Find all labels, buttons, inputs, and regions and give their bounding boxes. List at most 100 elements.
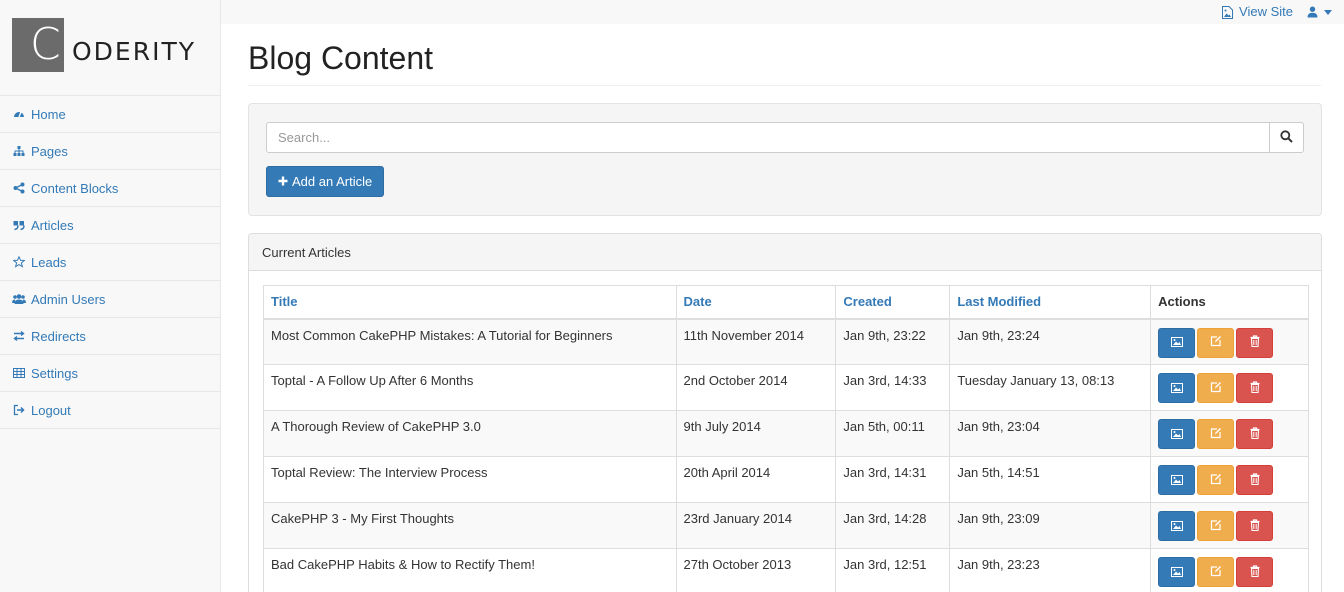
sidebar-item-content-blocks[interactable]: Content Blocks: [0, 170, 221, 207]
trash-icon: [1250, 380, 1260, 396]
cell-created: Jan 5th, 00:11: [835, 410, 951, 457]
cell-title: Toptal Review: The Interview Process: [263, 456, 677, 503]
sort-title-link[interactable]: Title: [271, 294, 298, 309]
sidebar-item-redirects[interactable]: Redirects: [0, 318, 221, 355]
sidebar-item-label: Leads: [31, 254, 67, 270]
logo-mark: C: [12, 18, 64, 72]
sidebar-item-articles[interactable]: Articles: [0, 207, 221, 244]
view-site-link[interactable]: View Site: [1222, 3, 1293, 19]
logo[interactable]: C ODERITY: [12, 18, 196, 72]
title-divider: [248, 85, 1321, 86]
image-button[interactable]: [1158, 557, 1196, 587]
image-button[interactable]: [1158, 511, 1196, 541]
edit-button[interactable]: [1197, 373, 1235, 403]
search-input[interactable]: [266, 122, 1270, 153]
edit-button[interactable]: [1197, 419, 1235, 449]
column-header-last-modified[interactable]: Last Modified: [949, 285, 1152, 320]
delete-button[interactable]: [1236, 511, 1274, 541]
table-row: Toptal Review: The Interview Process 20th…: [263, 456, 1309, 503]
edit-icon: [1210, 473, 1222, 488]
sort-created-link[interactable]: Created: [843, 294, 891, 309]
image-button[interactable]: [1158, 373, 1196, 403]
user-menu-toggle[interactable]: [1307, 4, 1332, 19]
sidebar-item-label: Settings: [31, 365, 78, 381]
image-button[interactable]: [1158, 465, 1196, 495]
articles-panel: Current Articles Title Date Created Last…: [248, 233, 1322, 592]
column-header-actions: Actions: [1150, 285, 1309, 320]
cell-date: 27th October 2013: [675, 548, 837, 592]
sidebar-item-label: Pages: [31, 143, 68, 159]
main-content: Blog Content Add an Article Current Arti…: [221, 24, 1344, 592]
edit-icon: [1210, 381, 1222, 396]
cell-actions: [1150, 456, 1309, 503]
image-button[interactable]: [1158, 327, 1196, 358]
edit-button[interactable]: [1197, 465, 1235, 495]
search-group: [266, 122, 1304, 153]
image-button[interactable]: [1158, 419, 1196, 449]
cell-date: 20th April 2014: [675, 456, 837, 503]
cell-date: 2nd October 2014: [675, 364, 837, 411]
cell-last-modified: Jan 9th, 23:23: [949, 548, 1152, 592]
sort-last-modified-link[interactable]: Last Modified: [957, 294, 1041, 309]
trash-icon: [1250, 564, 1260, 580]
table-row: Most Common CakePHP Mistakes: A Tutorial…: [263, 318, 1309, 365]
sort-date-link[interactable]: Date: [684, 294, 712, 309]
sidebar-item-label: Articles: [31, 217, 74, 233]
sidebar-item-label: Redirects: [31, 328, 86, 344]
delete-button[interactable]: [1236, 419, 1274, 449]
edit-icon: [1210, 565, 1222, 580]
cell-title: Bad CakePHP Habits & How to Rectify Them…: [263, 548, 677, 592]
image-icon: [1170, 519, 1183, 534]
caret-down-icon: [1324, 4, 1332, 19]
cell-created: Jan 3rd, 14:31: [835, 456, 951, 503]
star-icon: [12, 256, 26, 268]
delete-button[interactable]: [1236, 327, 1274, 358]
quote-icon: [12, 219, 26, 231]
column-header-created[interactable]: Created: [835, 285, 951, 320]
edit-button[interactable]: [1197, 327, 1235, 358]
delete-button[interactable]: [1236, 465, 1274, 495]
users-icon: [12, 293, 26, 305]
search-button[interactable]: [1270, 122, 1304, 153]
view-site-label: View Site: [1239, 3, 1293, 19]
sidebar-item-pages[interactable]: Pages: [0, 133, 221, 170]
sidebar-item-logout[interactable]: Logout: [0, 392, 221, 429]
trash-icon: [1250, 426, 1260, 442]
cell-title: Most Common CakePHP Mistakes: A Tutorial…: [263, 318, 677, 365]
edit-button[interactable]: [1197, 557, 1235, 587]
cell-last-modified: Jan 9th, 23:24: [949, 318, 1152, 365]
delete-button[interactable]: [1236, 557, 1274, 587]
column-header-date[interactable]: Date: [675, 285, 837, 320]
sidebar-item-label: Content Blocks: [31, 180, 119, 196]
sitemap-icon: [12, 145, 26, 157]
sign-out-icon: [12, 404, 26, 416]
top-bar: View Site: [0, 0, 1344, 22]
user-icon: [1307, 4, 1318, 19]
table-row: CakePHP 3 - My First Thoughts 23rd Januar…: [263, 502, 1309, 549]
sidebar-item-home[interactable]: Home: [0, 96, 221, 133]
cell-created: Jan 3rd, 14:33: [835, 364, 951, 411]
cell-last-modified: Tuesday January 13, 08:13: [949, 364, 1152, 411]
edit-icon: [1210, 519, 1222, 534]
trash-icon: [1250, 518, 1260, 534]
cell-actions: [1150, 502, 1309, 549]
table-row: Bad CakePHP Habits & How to Rectify Them…: [263, 548, 1309, 592]
add-article-label: Add an Article: [292, 174, 373, 189]
add-article-button[interactable]: Add an Article: [266, 166, 385, 197]
plus-icon: [278, 174, 288, 189]
cell-title: Toptal - A Follow Up After 6 Months: [263, 364, 677, 411]
cell-title: CakePHP 3 - My First Thoughts: [263, 502, 677, 549]
table-icon: [12, 367, 26, 379]
edit-icon: [1210, 427, 1222, 442]
logo-text: ODERITY: [72, 37, 197, 66]
table-row: A Thorough Review of CakePHP 3.0 9th July…: [263, 410, 1309, 457]
delete-button[interactable]: [1236, 373, 1274, 403]
cell-created: Jan 3rd, 14:28: [835, 502, 951, 549]
sidebar-item-admin-users[interactable]: Admin Users: [0, 281, 221, 318]
search-well: Add an Article: [248, 103, 1322, 216]
sidebar-item-settings[interactable]: Settings: [0, 355, 221, 392]
sidebar-item-leads[interactable]: Leads: [0, 244, 221, 281]
column-header-title[interactable]: Title: [263, 285, 677, 320]
cell-date: 23rd January 2014: [675, 502, 837, 549]
edit-button[interactable]: [1197, 511, 1235, 541]
